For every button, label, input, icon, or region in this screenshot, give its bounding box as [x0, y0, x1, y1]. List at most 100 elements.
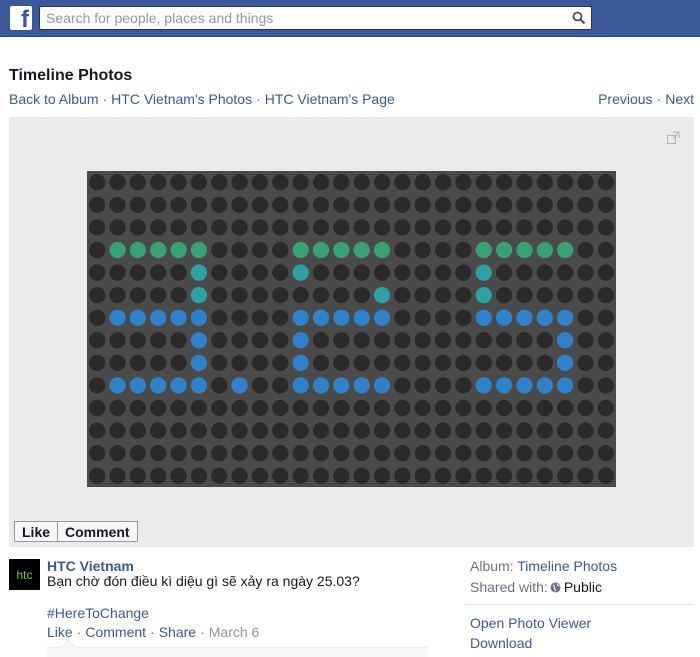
led-dot-lit [536, 377, 553, 394]
search-input[interactable] [40, 7, 560, 29]
led-dot-off [394, 354, 411, 371]
led-dot-off [211, 219, 228, 236]
led-dot-off [353, 445, 370, 462]
led-dot-off [394, 309, 411, 326]
led-dot-off [170, 399, 187, 417]
fullscreen-icon[interactable] [667, 131, 680, 144]
album-label: Album: [470, 558, 514, 574]
led-dot-off [109, 219, 126, 236]
led-dot-lit [170, 241, 187, 259]
led-dot-off [231, 264, 248, 281]
comment-box[interactable] [47, 647, 427, 657]
led-dot-off [597, 241, 614, 259]
led-dot-off [231, 399, 248, 417]
led-dot-off [129, 332, 147, 349]
led-dot-off [353, 219, 370, 236]
led-dot-off [251, 354, 269, 371]
led-dot-off [89, 399, 106, 417]
led-dot-lit [516, 241, 533, 259]
post-date[interactable]: March 6 [209, 624, 260, 640]
led-dot-off [414, 219, 431, 236]
comment-button[interactable]: Comment [57, 522, 137, 541]
avatar[interactable]: htc [9, 559, 40, 590]
album-row: Album: Timeline Photos [470, 558, 694, 579]
led-dot-off [536, 422, 553, 439]
led-dot-off [231, 219, 248, 236]
hashtag-link[interactable]: #HereToChange [47, 605, 149, 621]
led-dot-off [536, 174, 553, 191]
meta-separator: · [150, 624, 155, 640]
photo-image[interactable] [87, 171, 616, 487]
led-dot-lit [190, 241, 208, 259]
led-dot-lit [475, 264, 492, 281]
led-dot-off [394, 377, 411, 394]
led-dot-off [251, 264, 269, 281]
led-dot-off [150, 287, 167, 304]
led-dot-off [170, 196, 187, 213]
led-dot-off [516, 422, 533, 439]
breadcrumb-back-to-album[interactable]: Back to Album [9, 91, 99, 107]
led-dot-off [516, 264, 533, 281]
led-dot-off [312, 354, 330, 371]
led-dot-off [475, 354, 492, 371]
led-dot-off [597, 467, 614, 484]
led-dot-lit [373, 287, 391, 304]
led-dot-off [414, 445, 431, 462]
led-dot-off [414, 264, 431, 281]
facebook-logo-icon[interactable]: f [10, 6, 32, 32]
post-comment-link[interactable]: Comment [85, 624, 146, 640]
led-dot-lit [353, 377, 370, 394]
led-dot-off [373, 399, 391, 417]
led-dot-off [536, 196, 553, 213]
led-dot-lit [292, 377, 309, 394]
led-dot-off [292, 467, 309, 484]
led-dot-off [353, 354, 370, 371]
led-dot-off [89, 354, 106, 371]
led-dot-off [434, 422, 452, 439]
led-dot-off [455, 287, 472, 304]
led-dot-off [333, 219, 350, 236]
led-dot-off [536, 445, 553, 462]
led-dot-off [231, 241, 248, 259]
search-icon[interactable] [572, 11, 586, 25]
album-link[interactable]: Timeline Photos [517, 558, 617, 574]
led-dot-lit [129, 241, 147, 259]
led-dot-off [353, 287, 370, 304]
post-author-link[interactable]: HTC Vietnam [47, 558, 134, 574]
led-dot-off [495, 422, 513, 439]
led-dot-lit [190, 309, 208, 326]
led-dot-off [414, 377, 431, 394]
led-dot-off [597, 309, 614, 326]
led-dot-off [251, 174, 269, 191]
led-dot-off [292, 399, 309, 417]
led-dot-off [495, 219, 513, 236]
open-photo-viewer-link[interactable]: Open Photo Viewer [470, 615, 591, 631]
led-dot-off [292, 445, 309, 462]
post-like-link[interactable]: Like [47, 624, 73, 640]
led-dot-off [129, 467, 147, 484]
led-dot-off [333, 354, 350, 371]
post-share-link[interactable]: Share [159, 624, 196, 640]
led-dot-off [577, 354, 594, 371]
led-dot-off [455, 196, 472, 213]
led-dot-off [434, 399, 452, 417]
led-dot-off [211, 309, 228, 326]
led-dot-off [272, 354, 289, 371]
led-dot-off [109, 196, 126, 213]
privacy-value[interactable]: Public [564, 579, 602, 595]
breadcrumb-htc-photos[interactable]: HTC Vietnam's Photos [111, 91, 252, 107]
led-dot-lit [475, 377, 492, 394]
led-dot-off [292, 219, 309, 236]
led-dot-off [414, 174, 431, 191]
like-button[interactable]: Like [15, 522, 57, 541]
led-dot-off [373, 354, 391, 371]
next-link[interactable]: Next [665, 91, 694, 107]
led-dot-off [312, 287, 330, 304]
led-dot-off [231, 467, 248, 484]
led-dot-off [394, 264, 411, 281]
breadcrumb-htc-page[interactable]: HTC Vietnam's Page [265, 91, 395, 107]
download-link[interactable]: Download [470, 635, 532, 651]
previous-link[interactable]: Previous [598, 91, 652, 107]
led-dot-off [414, 241, 431, 259]
led-dot-off [597, 354, 614, 371]
